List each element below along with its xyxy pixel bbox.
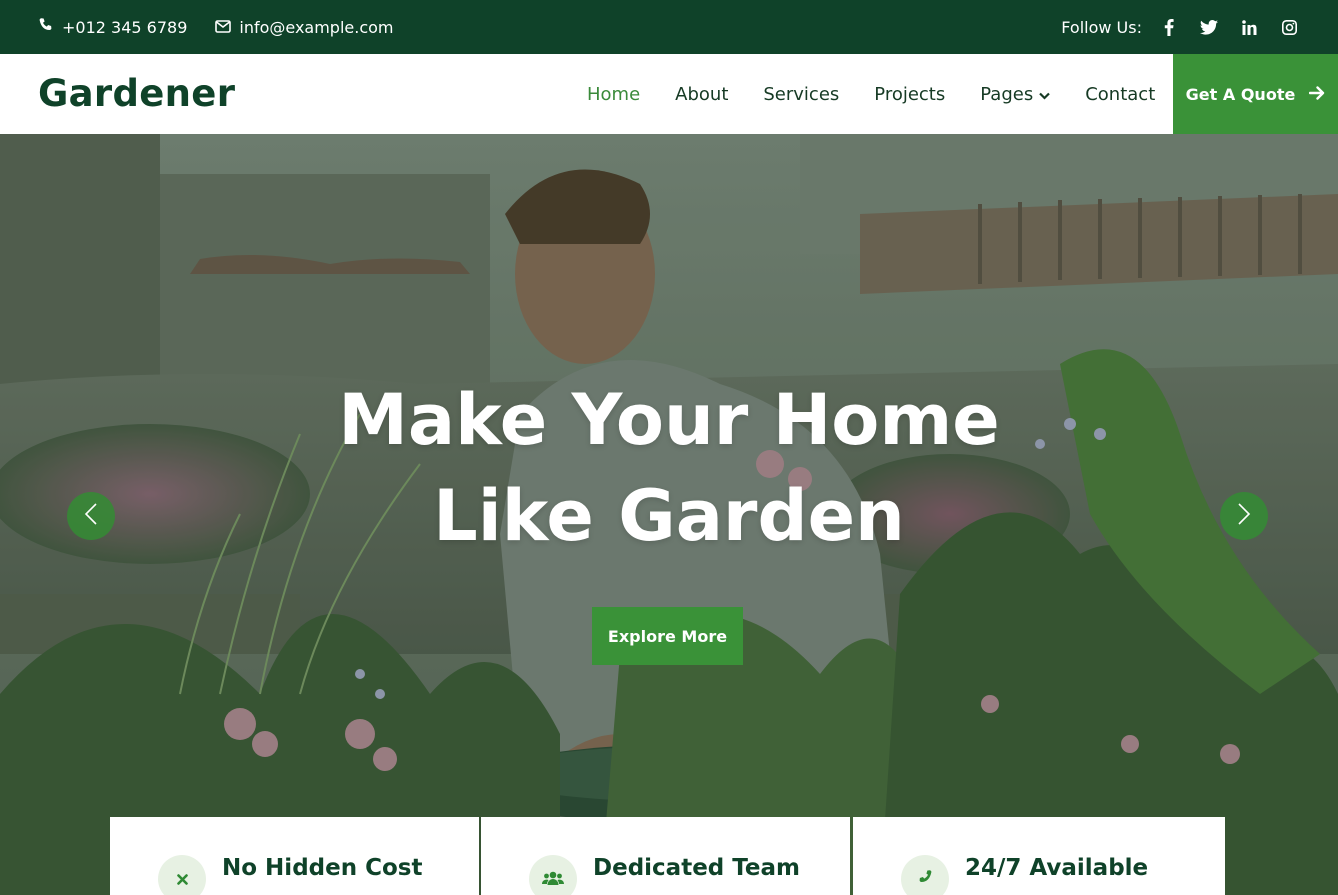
- carousel-next-button[interactable]: [1220, 492, 1268, 540]
- hero-title-line-2: Like Garden: [433, 475, 905, 557]
- navbar: Gardener Home About Services Projects Pa…: [0, 54, 1338, 134]
- nav-projects[interactable]: Projects: [874, 84, 945, 105]
- nav-links: Home About Services Projects Pages Conta…: [587, 54, 1155, 134]
- phone-icon: [917, 869, 933, 889]
- feature-card-dedicated-team: Dedicated Team: [481, 817, 850, 895]
- times-icon: [176, 870, 188, 889]
- feature-icon-circle: [529, 855, 577, 895]
- nav-home[interactable]: Home: [587, 84, 640, 105]
- arrow-right-icon: [1309, 85, 1325, 104]
- facebook-icon[interactable]: [1158, 16, 1180, 38]
- phone-number: +012 345 6789: [62, 17, 188, 37]
- explore-more-button[interactable]: Explore More: [592, 607, 743, 665]
- feature-card-no-hidden-cost: No Hidden Cost: [110, 817, 479, 895]
- chevron-left-icon: [84, 502, 98, 530]
- social-links: Follow Us:: [1061, 16, 1300, 38]
- feature-title: 24/7 Available: [965, 855, 1149, 881]
- phone-icon: [38, 17, 54, 37]
- phone-item[interactable]: +012 345 6789: [38, 17, 187, 37]
- chevron-down-icon: [1039, 84, 1050, 105]
- carousel-prev-button[interactable]: [67, 492, 115, 540]
- nav-pages-label: Pages: [980, 83, 1034, 105]
- linkedin-icon[interactable]: [1238, 16, 1260, 38]
- instagram-icon[interactable]: [1278, 16, 1300, 38]
- nav-services[interactable]: Services: [763, 84, 839, 105]
- follow-label: Follow Us:: [1061, 17, 1142, 37]
- hero-title-line-1: Make Your Home: [338, 379, 1000, 461]
- envelope-icon: [215, 18, 232, 37]
- email-address: info@example.com: [239, 17, 394, 37]
- get-quote-button[interactable]: Get A Quote: [1173, 54, 1338, 134]
- feature-title: No Hidden Cost: [222, 855, 423, 881]
- nav-pages[interactable]: Pages: [980, 84, 1050, 105]
- users-icon: [542, 870, 564, 889]
- feature-icon-circle: [158, 855, 206, 895]
- hero-carousel: Make Your Home Like Garden Explore More …: [0, 134, 1338, 895]
- feature-icon-circle: [901, 855, 949, 895]
- email-item[interactable]: info@example.com: [215, 17, 394, 37]
- twitter-icon[interactable]: [1198, 16, 1220, 38]
- hero-title: Make Your Home Like Garden: [0, 372, 1338, 564]
- top-bar: +012 345 6789 info@example.com Follow Us…: [0, 0, 1338, 54]
- feature-title: Dedicated Team: [593, 855, 800, 881]
- nav-contact[interactable]: Contact: [1085, 84, 1155, 105]
- brand-logo[interactable]: Gardener: [38, 72, 235, 115]
- contact-info: +012 345 6789 info@example.com: [38, 17, 394, 37]
- get-quote-label: Get A Quote: [1185, 84, 1296, 104]
- chevron-right-icon: [1237, 502, 1251, 530]
- nav-about[interactable]: About: [675, 84, 728, 105]
- feature-card-24-7-available: 24/7 Available: [853, 817, 1225, 895]
